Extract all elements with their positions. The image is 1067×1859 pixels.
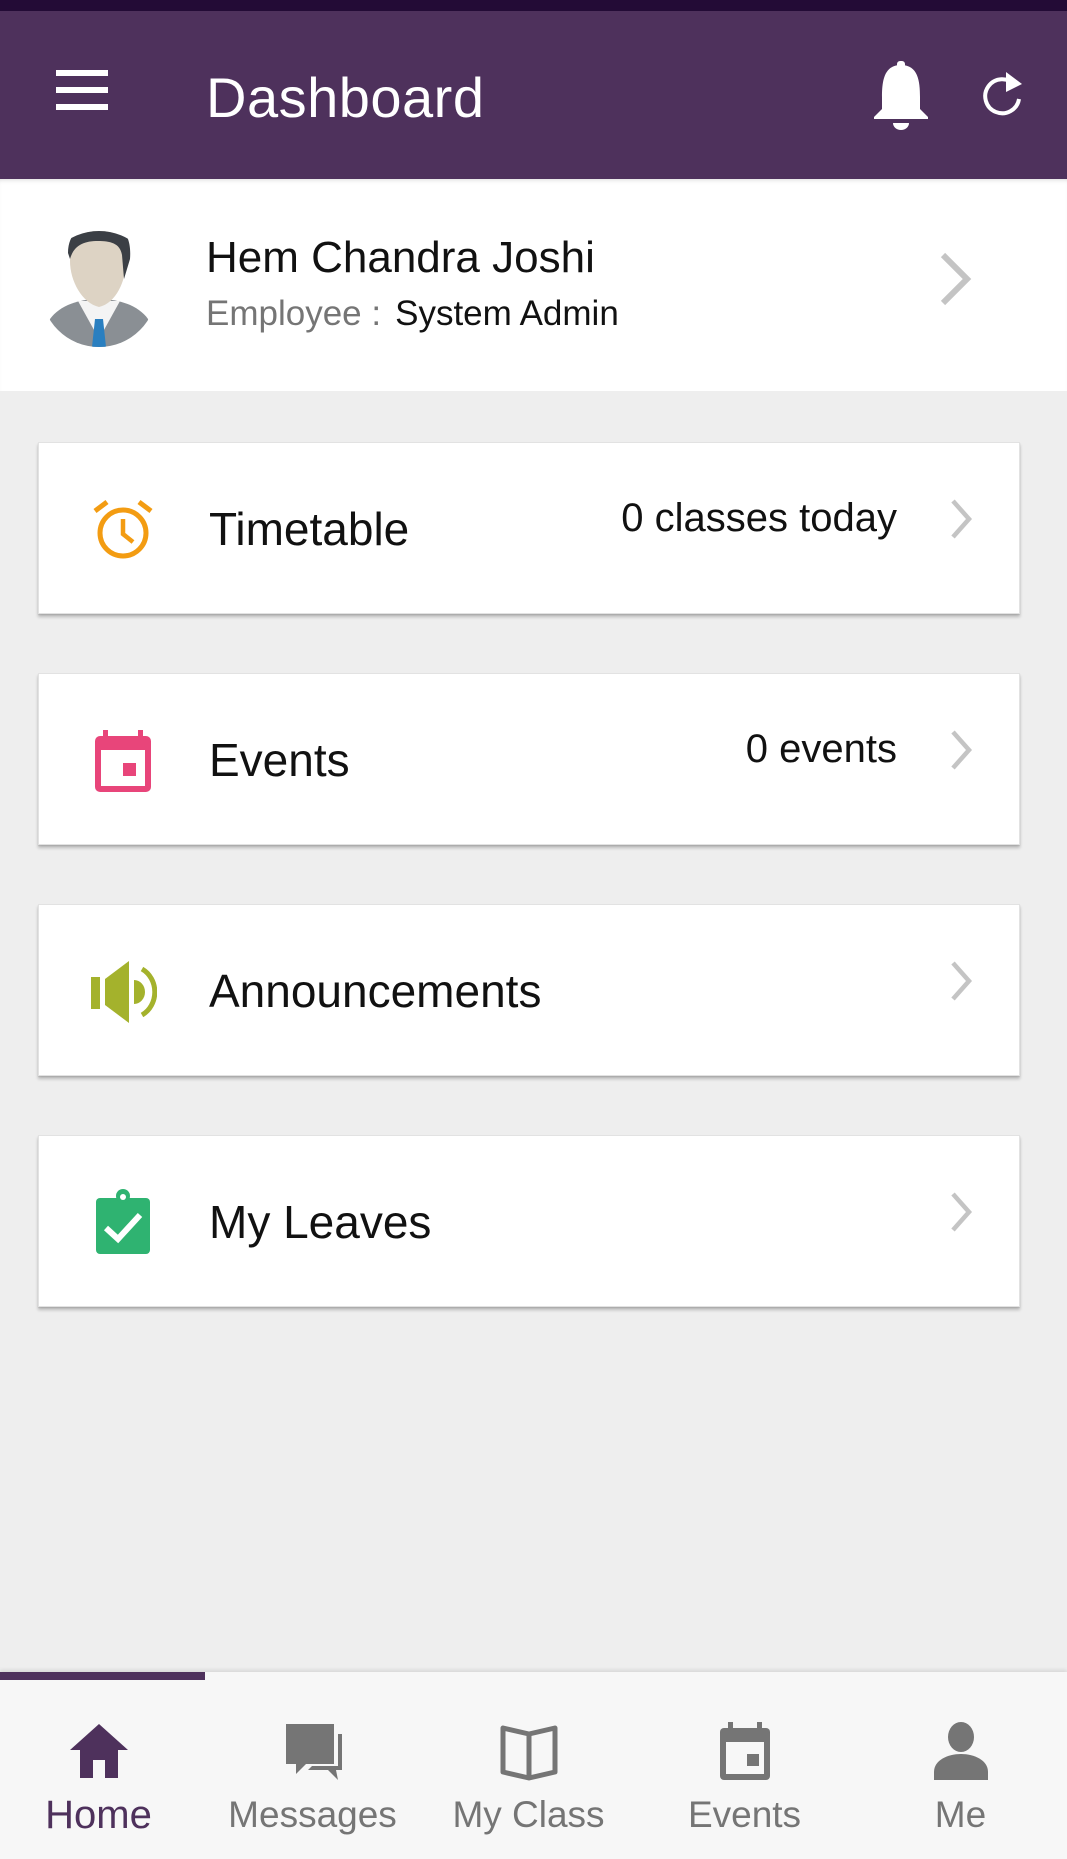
profile-name: Hem Chandra Joshi [206, 233, 595, 282]
megaphone-icon [91, 961, 157, 1023]
chevron-right-icon [951, 1192, 973, 1232]
timetable-card[interactable]: Timetable 0 classes today [38, 442, 1020, 614]
person-icon [933, 1722, 988, 1780]
role-label: Employee : [206, 294, 382, 333]
classes-count: 0 classes today [621, 496, 897, 540]
card-label: Events [209, 734, 350, 786]
card-label: Announcements [209, 965, 542, 1017]
announcements-card[interactable]: Announcements [38, 904, 1020, 1076]
refresh-button[interactable] [975, 66, 1031, 126]
tab-events[interactable]: Events [638, 1680, 851, 1859]
notifications-button[interactable] [868, 57, 934, 137]
tab-label: Home [45, 1793, 152, 1837]
active-tab-indicator [0, 1672, 205, 1680]
open-book-icon [500, 1725, 557, 1781]
calendar-icon [719, 1722, 770, 1780]
tab-label: My Class [452, 1794, 605, 1835]
profile-role: Employee : System Admin [206, 291, 619, 337]
refresh-icon [983, 72, 1022, 116]
user-avatar [41, 231, 157, 347]
calendar-icon [95, 730, 151, 792]
app-bar: Dashboard [0, 11, 1067, 179]
tab-label: Messages [228, 1794, 397, 1835]
home-icon [69, 1724, 128, 1778]
tab-label: Events [687, 1794, 802, 1835]
chevron-right-icon [951, 730, 973, 770]
chat-bubbles-icon [285, 1724, 342, 1780]
chevron-right-icon [951, 961, 973, 1001]
tab-label: Me [934, 1794, 987, 1835]
status-bar [0, 0, 1067, 11]
card-label: My Leaves [209, 1196, 432, 1248]
my-leaves-card[interactable]: My Leaves [38, 1135, 1020, 1307]
tab-messages[interactable]: Messages [206, 1680, 419, 1859]
role-value: System Admin [395, 294, 619, 333]
bottom-navigation: Home Messages My Class Events Me [0, 1672, 1067, 1859]
chevron-right-icon [940, 252, 972, 306]
tab-me[interactable]: Me [854, 1680, 1067, 1859]
chevron-right-icon [951, 499, 973, 539]
events-card[interactable]: Events 0 events [38, 673, 1020, 845]
tab-my-class[interactable]: My Class [422, 1680, 635, 1859]
clipboard-check-icon [96, 1189, 150, 1254]
events-count: 0 events [745, 727, 897, 771]
alarm-clock-icon [93, 500, 153, 559]
menu-button[interactable] [50, 66, 112, 114]
bell-icon [874, 61, 928, 130]
card-label: Timetable [209, 503, 410, 555]
page-title: Dashboard [206, 66, 485, 129]
profile-row[interactable]: Hem Chandra Joshi Employee : System Admin [0, 179, 1067, 391]
tab-home[interactable]: Home [0, 1680, 205, 1859]
